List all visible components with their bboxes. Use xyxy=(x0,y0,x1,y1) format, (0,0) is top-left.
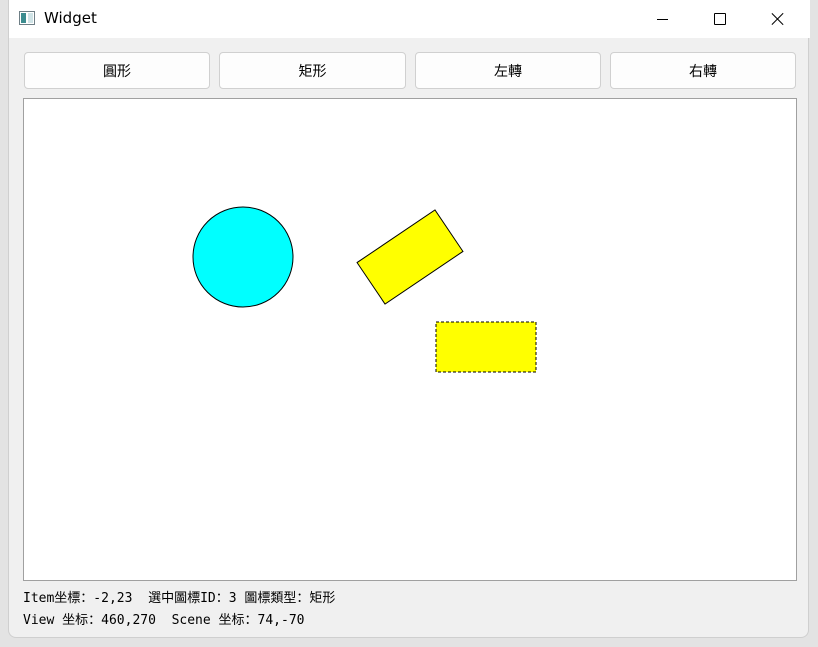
graphics-scene[interactable] xyxy=(24,99,796,580)
title-bar[interactable]: Widget xyxy=(9,0,810,38)
selected-rectangle-item[interactable] xyxy=(436,322,536,372)
status-coordinates: View 坐标：460,270 Scene 坐标：74,-70 xyxy=(23,613,305,628)
app-window-icon xyxy=(19,11,35,25)
close-icon xyxy=(771,12,785,26)
add-rectangle-button[interactable]: 矩形 xyxy=(219,52,406,89)
minimize-icon xyxy=(656,18,668,20)
graphics-view[interactable] xyxy=(23,98,797,581)
close-button[interactable] xyxy=(749,0,807,38)
circle-item[interactable] xyxy=(192,206,294,308)
main-window: Widget 圓形 矩形 左轉 右轉 Item坐標：-2,23 選中圖標ID：3… xyxy=(8,0,810,638)
add-circle-button[interactable]: 圓形 xyxy=(24,52,210,89)
minimize-button[interactable] xyxy=(633,0,691,38)
maximize-icon xyxy=(714,13,726,25)
status-item-info: Item坐標：-2,23 選中圖標ID：3 圖標類型：矩形 xyxy=(23,591,336,606)
window-title: Widget xyxy=(44,9,97,27)
maximize-button[interactable] xyxy=(691,0,749,38)
rotate-left-button[interactable]: 左轉 xyxy=(415,52,601,89)
rotated-rectangle-item[interactable] xyxy=(356,209,464,305)
rotate-right-button[interactable]: 右轉 xyxy=(610,52,796,89)
